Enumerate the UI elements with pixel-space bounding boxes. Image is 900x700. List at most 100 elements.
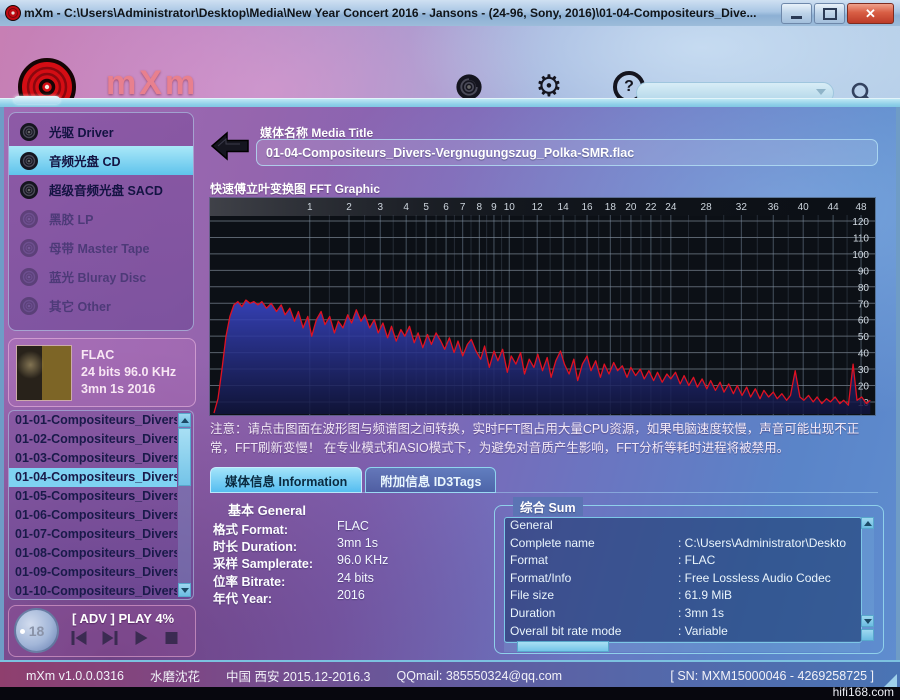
info-field-label: 时长 Duration: [213, 536, 337, 553]
arrow-up-icon [864, 521, 872, 526]
next-button[interactable] [101, 630, 119, 646]
svg-text:12: 12 [532, 202, 544, 213]
maximize-icon [823, 8, 837, 20]
sidebar-item-bluray[interactable]: 蓝光 Bluray Disc [9, 262, 193, 291]
play-status-text: [ ADV ] PLAY 4% [72, 611, 174, 626]
track-item[interactable]: 01-03-Compositeurs_Divers-V [9, 449, 177, 468]
track-item[interactable]: 01-04-Compositeurs_Divers-V [9, 468, 177, 487]
divider-tab [14, 96, 60, 104]
sum-horizontal-scrollbar[interactable] [504, 641, 860, 652]
status-serial: [ SN: MXM15000046 - 4269258725 ] [670, 669, 874, 683]
info-field: 年代 Year:2016 [213, 588, 483, 605]
svg-text:80: 80 [858, 283, 870, 294]
sum-row-label: File size [510, 588, 678, 606]
track-item[interactable]: 01-07-Compositeurs_Divers-I [9, 525, 177, 544]
sum-row: Complete name: C:\Users\Administrator\De… [505, 536, 861, 554]
svg-text:4: 4 [403, 202, 409, 213]
track-item[interactable]: 01-05-Compositeurs_Divers-V [9, 487, 177, 506]
disc-icon [19, 122, 39, 142]
sum-row: File size: 61.9 MiB [505, 588, 861, 606]
sum-row-value: : 61.9 MiB [678, 588, 732, 606]
track-item[interactable]: 01-08-Compositeurs_Divers-A [9, 544, 177, 563]
info-field: 格式 Format:FLAC [213, 519, 483, 536]
scrollbar-thumb[interactable] [178, 428, 191, 486]
search-dropdown-arrow-icon[interactable] [816, 89, 826, 95]
sidebar-item-lp[interactable]: 黑胶 LP [9, 204, 193, 233]
arrow-up-icon [181, 418, 189, 423]
track-item[interactable]: 01-01-Compositeurs_Divers-I [9, 411, 177, 430]
sidebar-item-driver[interactable]: 光驱 Driver [9, 117, 193, 146]
info-field: 位率 Bitrate:24 bits [213, 571, 483, 588]
track-list-scrollbar[interactable] [178, 413, 191, 597]
fft-chart-svg: 1201101009080706050403020101234567891012… [210, 198, 875, 415]
svg-text:40: 40 [798, 202, 810, 213]
info-field-value: 3mn 1s [337, 536, 378, 553]
scroll-down-button[interactable] [861, 615, 874, 627]
track-list: 01-01-Compositeurs_Divers-I01-02-Composi… [8, 410, 194, 600]
disc-icon [19, 267, 39, 287]
track-item[interactable]: 01-06-Compositeurs_Divers-I [9, 506, 177, 525]
svg-text:1: 1 [307, 202, 313, 213]
svg-text:44: 44 [828, 202, 840, 213]
maximize-button[interactable] [814, 3, 845, 24]
arrow-down-icon [181, 588, 189, 593]
sidebar-item-other[interactable]: 其它 Other [9, 291, 193, 320]
previous-icon [70, 630, 88, 646]
svg-text:30: 30 [858, 365, 870, 376]
sum-row: General [505, 518, 861, 536]
sidebar-item-tape[interactable]: 母带 Master Tape [9, 233, 193, 262]
play-icon [132, 630, 150, 646]
status-bar: mXm v1.0.0.0316 水磨沈花 中国 西安 2015.12-2016.… [0, 660, 900, 689]
album-info-panel: FLAC 24 bits 96.0 KHz 3mn 1s 2016 [8, 338, 196, 407]
sidebar-item-label: 音频光盘 CD [49, 151, 121, 170]
sidebar-item-sacd[interactable]: 超级音频光盘 SACD [9, 175, 193, 204]
sum-row-label: Format [510, 553, 678, 571]
info-field-label: 位率 Bitrate: [213, 571, 337, 588]
sidebar-item-cd[interactable]: 音频光盘 CD [9, 146, 193, 175]
media-title-field[interactable]: 01-04-Compositeurs_Divers-Vergnugungszug… [256, 139, 878, 166]
info-field-value: FLAC [337, 519, 369, 536]
play-button[interactable] [132, 630, 150, 646]
bottom-band: hifi168.com [0, 687, 900, 700]
svg-text:16: 16 [581, 202, 593, 213]
svg-text:28: 28 [701, 202, 713, 213]
minimize-button[interactable] [781, 3, 812, 24]
sum-vertical-scrollbar[interactable] [861, 517, 874, 641]
svg-text:50: 50 [858, 332, 870, 343]
info-field: 采样 Samplerate:96.0 KHz [213, 553, 483, 570]
track-item[interactable]: 01-10-Compositeurs_Divers-S [9, 582, 177, 600]
tab-divider [210, 492, 878, 493]
sum-row: Overall bit rate mode: Variable [505, 624, 861, 642]
next-icon [101, 630, 119, 646]
tab-information[interactable]: 媒体信息 Information [210, 467, 362, 493]
back-arrow-icon[interactable] [210, 131, 250, 161]
status-author: 水磨沈花 [150, 666, 200, 685]
volume-knob[interactable]: 18 [14, 608, 59, 653]
album-format: FLAC [81, 347, 176, 364]
disc-icon [19, 238, 39, 258]
svg-text:70: 70 [858, 299, 870, 310]
tab-id3tags[interactable]: 附加信息 ID3Tags [365, 467, 496, 493]
title-bar: mXm - C:\Users\Administrator\Desktop\Med… [0, 0, 900, 27]
sum-list[interactable]: GeneralComplete name: C:\Users\Administr… [504, 517, 862, 643]
scroll-corner-button[interactable] [861, 629, 874, 641]
track-item[interactable]: 01-09-Compositeurs_Divers-S [9, 563, 177, 582]
stop-button[interactable] [163, 630, 181, 646]
sum-groupbox-title: 综合 Sum [513, 497, 583, 516]
track-item[interactable]: 01-02-Compositeurs_Divers-S [9, 430, 177, 449]
notice-text: 注意：请点击图面在波形图与频谱图之间转换，实时FFT图占用大量CPU资源，如果电… [210, 420, 882, 459]
disc-icon [19, 296, 39, 316]
scrollbar-thumb[interactable] [517, 641, 609, 652]
scroll-up-button[interactable] [861, 517, 874, 529]
close-button[interactable]: ✕ [847, 3, 894, 24]
info-field-label: 格式 Format: [213, 519, 337, 536]
previous-button[interactable] [70, 630, 88, 646]
sum-row-value: : Variable [678, 624, 728, 642]
fft-graph[interactable]: 1201101009080706050403020101234567891012… [210, 198, 875, 415]
scroll-down-button[interactable] [178, 583, 191, 597]
knob-indicator-dot [20, 629, 25, 634]
info-fields: 格式 Format:FLAC时长 Duration:3mn 1s采样 Sampl… [213, 519, 483, 605]
scroll-up-button[interactable] [178, 413, 191, 427]
sidebar-item-label: 母带 Master Tape [49, 238, 150, 257]
watermark-text: hifi168.com [833, 685, 894, 699]
